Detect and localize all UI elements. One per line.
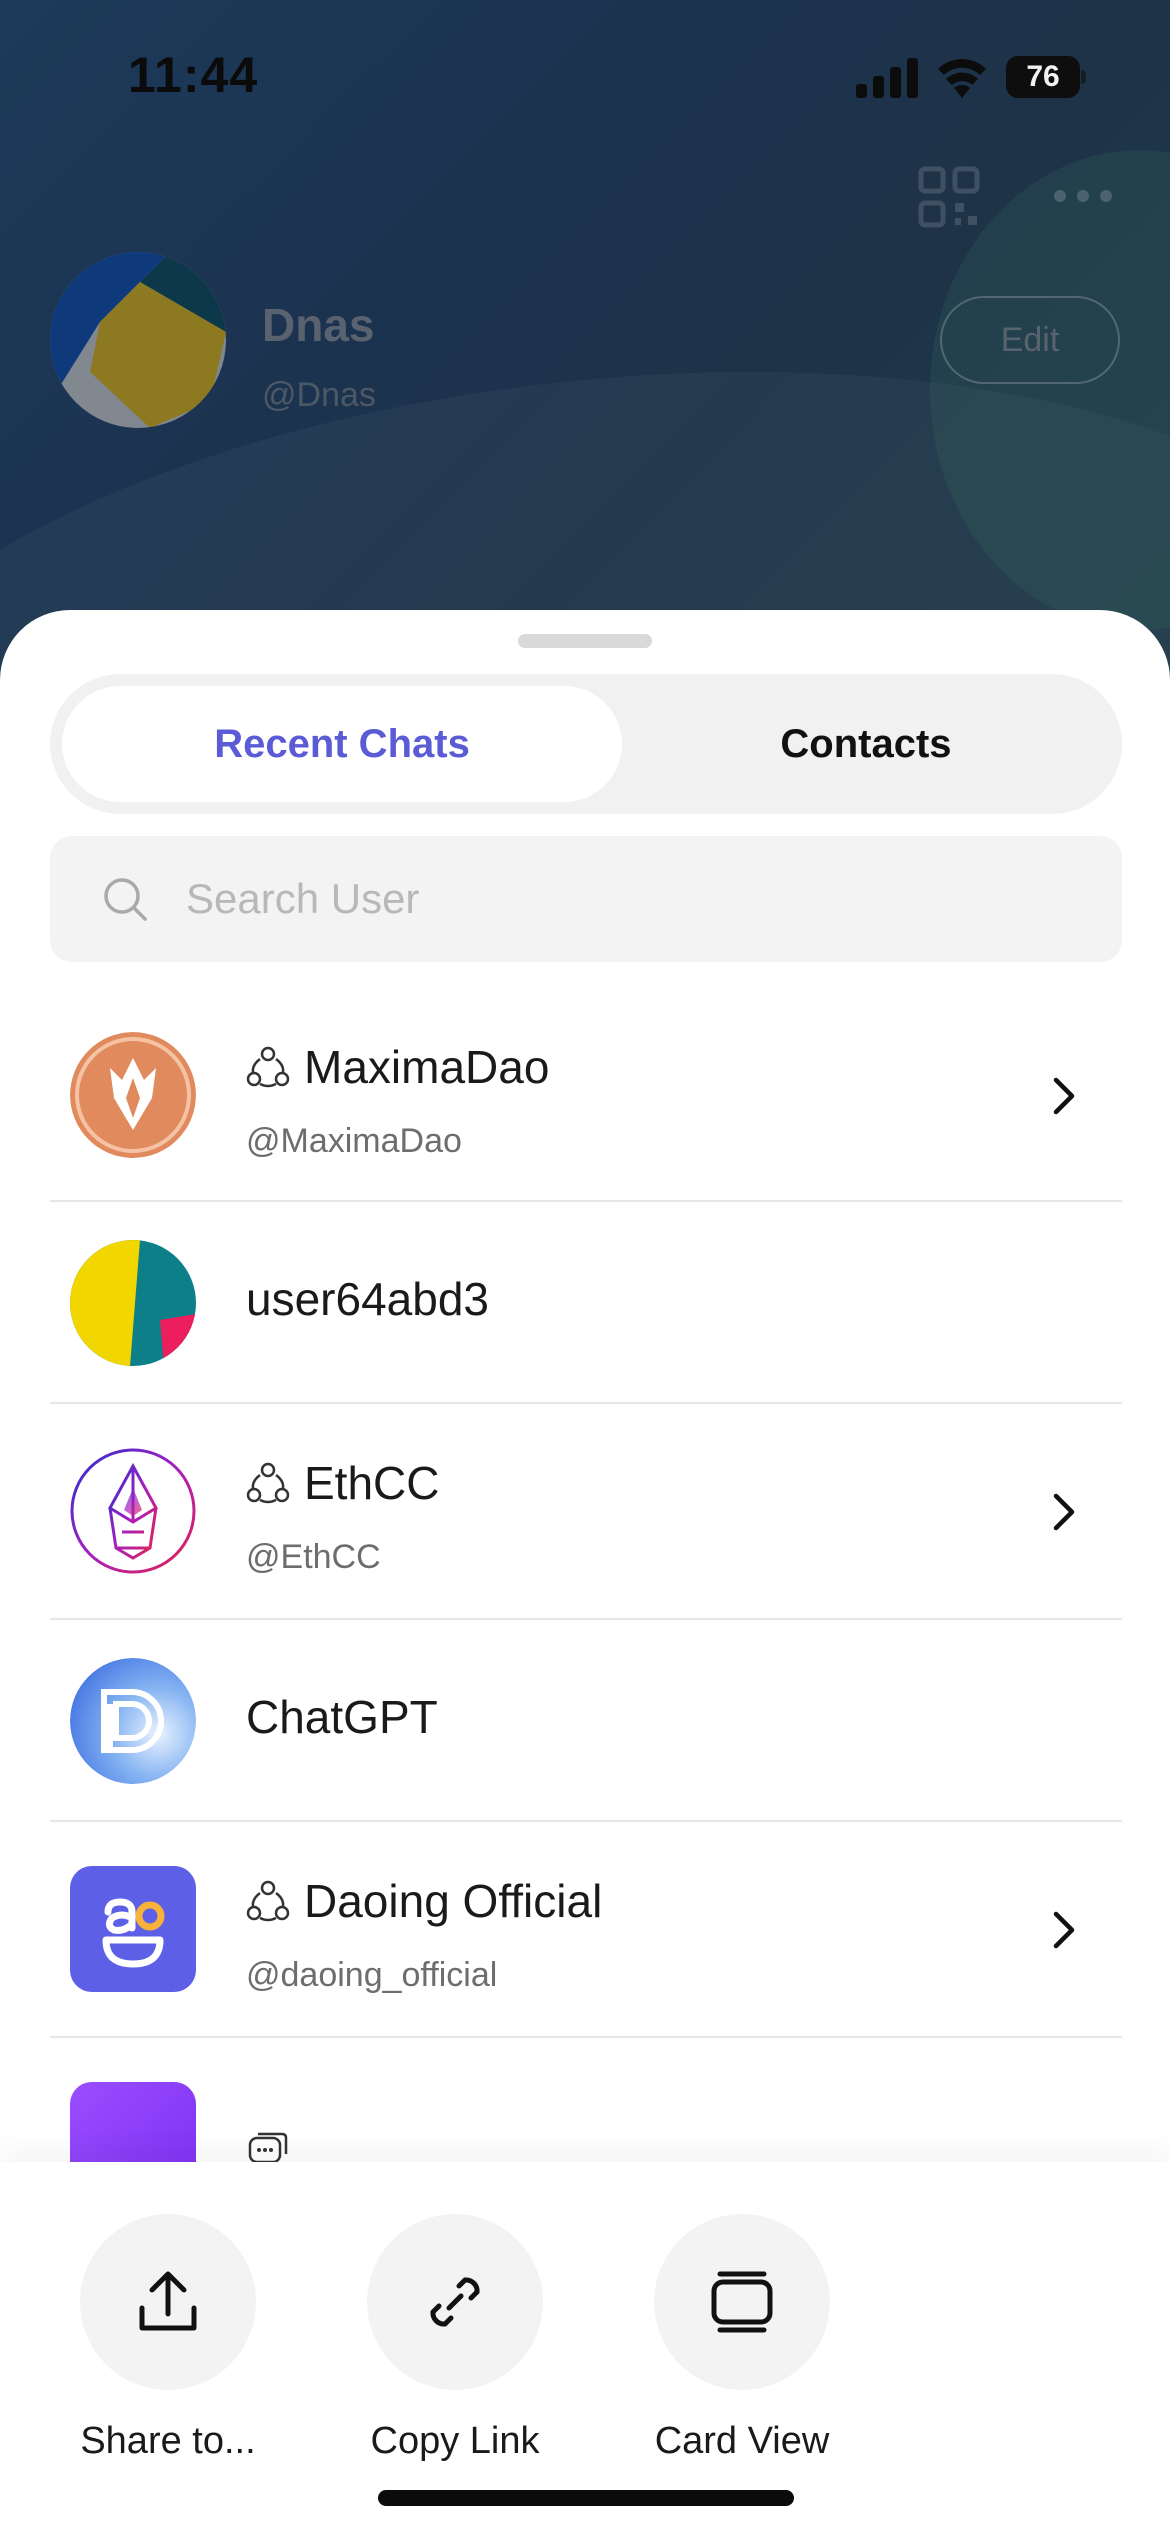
avatar xyxy=(70,1658,196,1784)
avatar xyxy=(70,1866,196,1992)
tab-recent-chats[interactable]: Recent Chats xyxy=(62,686,622,802)
edit-profile-button[interactable]: Edit xyxy=(940,296,1120,384)
home-indicator[interactable] xyxy=(378,2490,794,2506)
list-item[interactable]: ChatGPT xyxy=(50,1620,1122,1822)
chevron-right-icon xyxy=(1053,1077,1075,1115)
profile-avatar xyxy=(50,252,226,428)
status-bar: 11:44 76 xyxy=(0,0,1170,150)
chat-title: Daoing Official xyxy=(246,1874,602,1928)
copy-link-button[interactable]: Copy Link xyxy=(335,2214,575,2463)
card-view-label: Card View xyxy=(654,2420,830,2462)
battery-level: 76 xyxy=(1006,56,1080,98)
chat-handle: @daoing_official xyxy=(246,1956,498,1994)
card-view-button[interactable]: Card View xyxy=(622,2214,862,2463)
profile-name: Dnas xyxy=(262,299,375,351)
cellular-signal-icon xyxy=(856,58,918,98)
chat-handle: @EthCC xyxy=(246,1538,381,1576)
card-view-button-circle[interactable] xyxy=(654,2214,830,2390)
link-icon xyxy=(430,2277,480,2327)
chat-name: user64abd3 xyxy=(246,1273,489,1325)
chat-name: MaximaDao xyxy=(304,1041,550,1093)
search-bar xyxy=(50,836,1122,962)
share-label: Share to... xyxy=(80,2420,256,2462)
group-icon xyxy=(246,1462,290,1504)
search-icon xyxy=(104,878,147,921)
sheet-grabber[interactable] xyxy=(518,634,652,648)
search-input[interactable] xyxy=(186,860,1066,938)
chat-handle: @MaximaDao xyxy=(246,1122,462,1160)
wifi-icon xyxy=(938,59,986,98)
qr-code-icon[interactable] xyxy=(918,166,980,228)
share-sheet: Recent Chats Contacts Search User Maxima… xyxy=(0,610,1170,2532)
group-icon xyxy=(246,1046,290,1088)
chevron-right-icon xyxy=(1053,1911,1075,1949)
list-item[interactable]: Daoing Official @daoing_official xyxy=(50,1822,1122,2038)
chat-title: ChatGPT xyxy=(246,1690,438,1744)
copy-link-button-circle[interactable] xyxy=(367,2214,543,2390)
chevron-right-icon xyxy=(1053,1493,1075,1531)
group-icon xyxy=(246,1880,290,1922)
card-view-icon xyxy=(711,2271,773,2333)
share-button-circle[interactable] xyxy=(80,2214,256,2390)
segmented-control: Recent Chats Contacts xyxy=(50,674,1122,814)
copy-link-label: Copy Link xyxy=(370,2420,540,2462)
chat-title: MaximaDao xyxy=(246,1040,549,1094)
tab-contacts[interactable]: Contacts xyxy=(622,686,1110,802)
chat-name: ChatGPT xyxy=(246,1691,438,1743)
status-time: 11:44 xyxy=(128,47,259,103)
share-icon xyxy=(139,2271,197,2331)
share-actions-bar: Share to... Copy Link Card View xyxy=(0,2162,1170,2532)
more-options-icon[interactable] xyxy=(1052,184,1114,208)
list-item[interactable]: MaximaDao @MaximaDao xyxy=(50,990,1122,1202)
chat-name: Daoing Official xyxy=(304,1875,603,1927)
profile-handle: @Dnas xyxy=(262,376,376,414)
chat-title: EthCC xyxy=(246,1456,439,1510)
avatar xyxy=(70,1032,196,1158)
battery-icon: 76 xyxy=(1006,56,1086,98)
chat-title: user64abd3 xyxy=(246,1272,489,1326)
avatar xyxy=(70,1448,196,1574)
chat-name: EthCC xyxy=(304,1457,440,1509)
list-item[interactable]: user64abd3 xyxy=(50,1202,1122,1404)
avatar xyxy=(70,1240,196,1366)
share-to-button[interactable]: Share to... xyxy=(48,2214,288,2463)
list-item[interactable]: EthCC @EthCC xyxy=(50,1404,1122,1620)
